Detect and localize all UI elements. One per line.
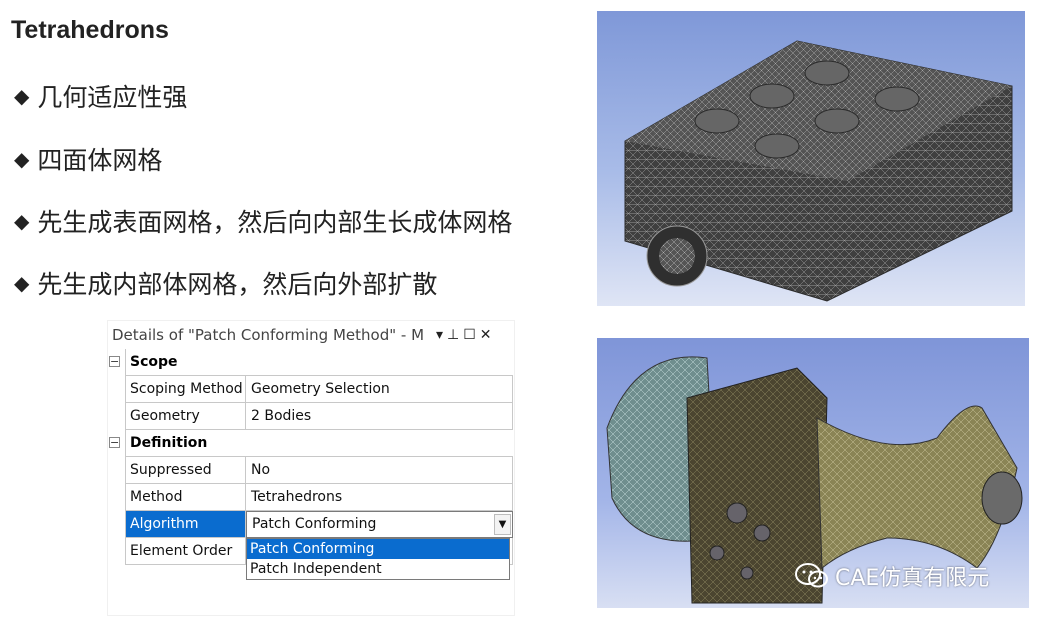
bullet-item: ◆ 先生成表面网格，然后向内部生长成体网格 (14, 203, 512, 239)
property-name: Geometry (125, 403, 246, 430)
property-row[interactable]: Suppressed No (108, 457, 513, 484)
diamond-bullet-icon: ◆ (14, 84, 30, 108)
watermark-text: CAE仿真有限元 (835, 566, 990, 591)
pin-icon[interactable]: ⊥ (447, 327, 459, 343)
collapse-icon[interactable]: − (109, 437, 120, 448)
bullet-text: 先生成表面网格，然后向内部生长成体网格 (37, 208, 513, 237)
dropdown-arrow-icon[interactable]: ▾ (436, 327, 443, 343)
property-row[interactable]: Scoping Method Geometry Selection (108, 376, 513, 403)
bullet-text: 四面体网格 (37, 146, 163, 175)
slide-title: Tetrahedrons (11, 16, 169, 44)
diamond-bullet-icon: ◆ (14, 271, 30, 295)
property-row-algorithm[interactable]: Algorithm Patch Conforming ▼ (108, 511, 513, 538)
panel-title: Details of "Patch Conforming Method" - M (112, 325, 425, 344)
bullet-item: ◆ 四面体网格 (14, 141, 162, 177)
dropdown-option[interactable]: Patch Conforming (247, 539, 509, 559)
close-icon[interactable]: ✕ (480, 327, 492, 343)
property-value[interactable]: Geometry Selection (246, 376, 513, 403)
property-value[interactable]: No (246, 457, 513, 484)
panel-header: Details of "Patch Conforming Method" - M… (108, 321, 514, 348)
dropdown-option[interactable]: Patch Independent (247, 559, 509, 579)
diamond-bullet-icon: ◆ (14, 209, 30, 233)
watermark: CAE仿真有限元 (795, 560, 989, 592)
property-name: Suppressed (125, 457, 246, 484)
property-name: Scoping Method (125, 376, 246, 403)
algorithm-dropdown-list[interactable]: Patch Conforming Patch Independent (246, 538, 510, 580)
select-value: Patch Conforming (252, 516, 377, 532)
property-name: Element Order (125, 538, 246, 565)
group-label: Definition (125, 430, 513, 457)
diamond-bullet-icon: ◆ (14, 147, 30, 171)
property-value[interactable]: 2 Bodies (246, 403, 513, 430)
property-row[interactable]: Method Tetrahedrons (108, 484, 513, 511)
collapse-icon[interactable]: − (109, 356, 120, 367)
dropdown-arrow-icon[interactable]: ▼ (494, 514, 511, 535)
bullet-item: ◆ 几何适应性强 (14, 78, 187, 114)
property-value[interactable]: Tetrahedrons (246, 484, 513, 511)
algorithm-select[interactable]: Patch Conforming ▼ (246, 511, 513, 538)
property-row[interactable]: Geometry 2 Bodies (108, 403, 513, 430)
bullet-text: 先生成内部体网格，然后向外部扩散 (37, 270, 438, 299)
mesh-illustration (624, 40, 1013, 302)
group-row-definition[interactable]: − Definition (108, 430, 513, 457)
maximize-icon[interactable]: ☐ (463, 327, 476, 343)
cylinder-head-mesh-image (597, 11, 1025, 306)
property-name: Method (125, 484, 246, 511)
group-row-scope[interactable]: − Scope (108, 349, 513, 376)
wechat-icon (795, 562, 829, 590)
group-label: Scope (125, 349, 513, 376)
bullet-item: ◆ 先生成内部体网格，然后向外部扩散 (14, 265, 437, 301)
bullet-text: 几何适应性强 (37, 83, 188, 112)
property-name: Algorithm (125, 511, 246, 538)
